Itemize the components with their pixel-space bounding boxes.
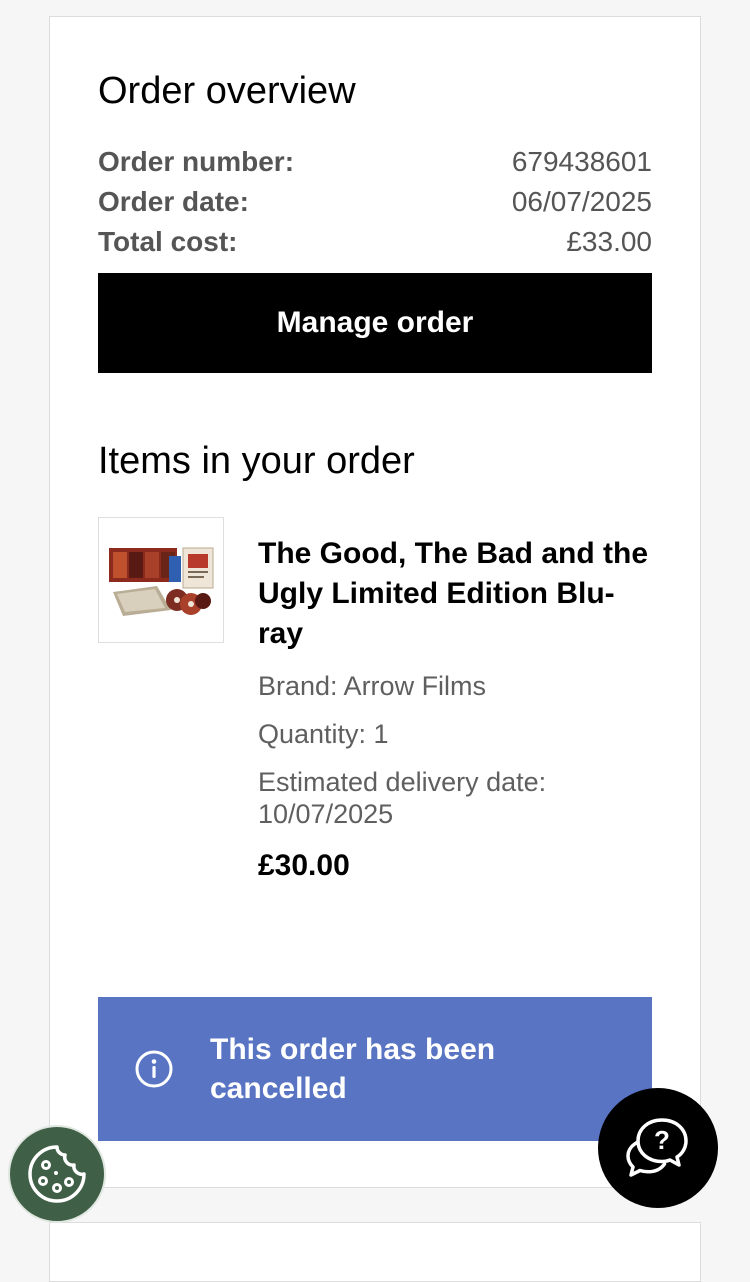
total-cost-value: £33.00 <box>566 226 652 257</box>
info-icon <box>135 1050 173 1088</box>
item-delivery-label: Estimated delivery date: <box>258 767 547 797</box>
next-card <box>49 1222 701 1282</box>
cookie-settings-button[interactable] <box>8 1125 106 1223</box>
order-number-value: 679438601 <box>511 146 652 177</box>
product-image <box>109 547 214 616</box>
order-date-value: 06/07/2025 <box>511 186 652 217</box>
order-number-label: Order number: <box>98 146 295 177</box>
order-card: Order overview Order number: 679438601 O… <box>49 16 701 1188</box>
svg-text:?: ? <box>654 1125 670 1155</box>
item-price: £30.00 <box>258 849 350 882</box>
manage-order-button[interactable]: Manage order <box>98 273 652 373</box>
cookie-icon <box>28 1145 86 1203</box>
product-thumbnail[interactable] <box>98 517 224 643</box>
item-title[interactable]: The Good, The Bad and the Ugly Limited E… <box>258 534 652 654</box>
item-delivery-date: 10/07/2025 <box>258 799 394 829</box>
item-quantity: Quantity: 1 <box>258 719 389 749</box>
total-cost-row: Total cost: £33.00 <box>98 225 652 259</box>
order-date-row: Order date: 06/07/2025 <box>98 185 652 219</box>
cancelled-status-banner: This order has been cancelled <box>98 997 652 1141</box>
cancelled-status-text: This order has been cancelled <box>210 1033 496 1105</box>
order-overview-heading: Order overview <box>98 70 356 112</box>
items-heading: Items in your order <box>98 440 415 482</box>
order-date-label: Order date: <box>98 186 249 217</box>
order-item: The Good, The Bad and the Ugly Limited E… <box>258 517 652 884</box>
item-brand: Brand: Arrow Films <box>258 671 487 701</box>
help-chat-icon: ? <box>626 1118 688 1177</box>
total-cost-label: Total cost: <box>98 226 238 257</box>
help-chat-button[interactable]: ? <box>598 1088 718 1208</box>
order-number-row: Order number: 679438601 <box>98 145 652 179</box>
